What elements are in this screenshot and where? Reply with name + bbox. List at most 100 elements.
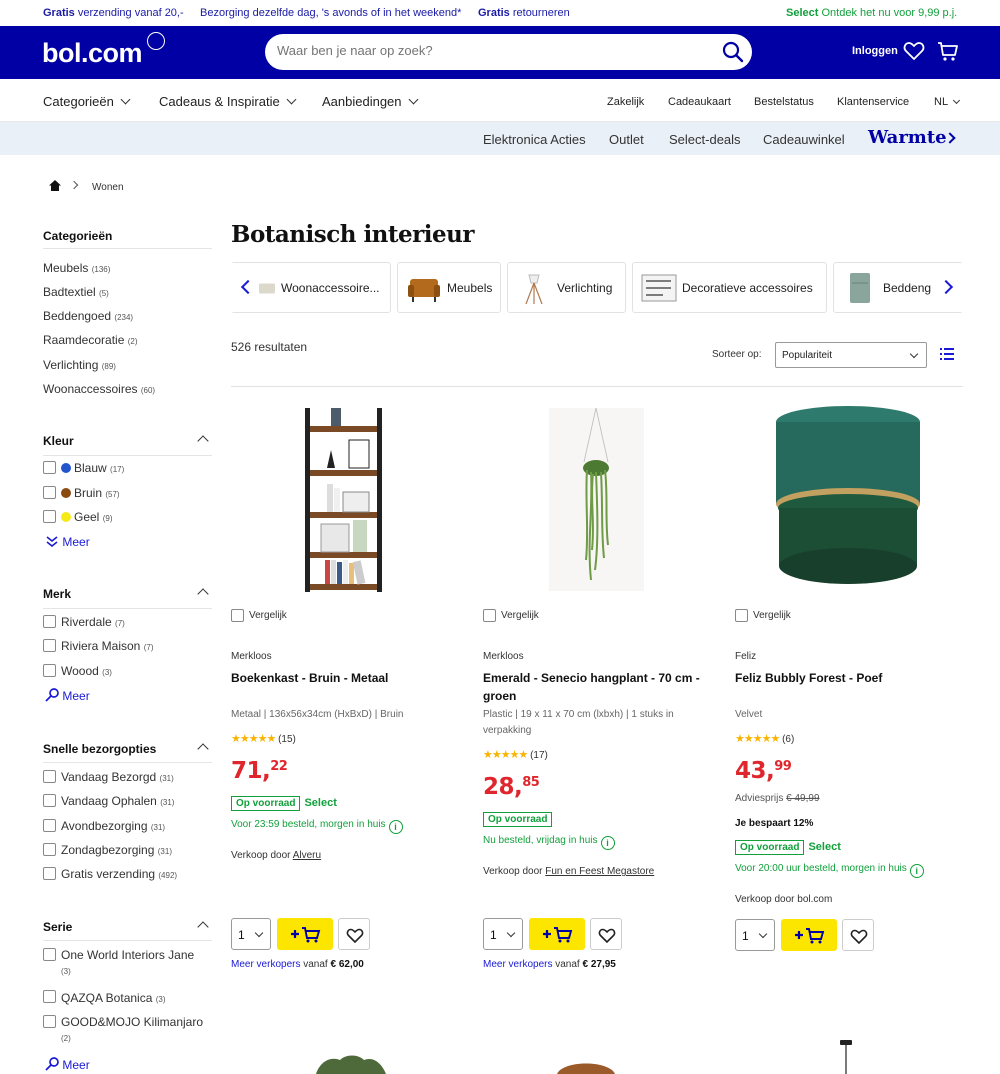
product-rating[interactable]: ★★★★★ (15) (231, 732, 296, 745)
compare-checkbox[interactable] (735, 609, 748, 622)
delivery-option[interactable]: Zondagbezorging (31) (61, 843, 172, 857)
category-card[interactable]: Meubels (397, 262, 501, 313)
subnav-outlet[interactable]: Outlet (609, 132, 644, 147)
filter-checkbox[interactable] (43, 843, 56, 856)
chevron-up-icon[interactable] (197, 921, 209, 933)
filter-checkbox[interactable] (43, 615, 56, 628)
compare-label[interactable]: Vergelijk (249, 610, 287, 621)
filter-checkbox[interactable] (43, 486, 56, 499)
filter-checkbox[interactable] (43, 819, 56, 832)
compare-label[interactable]: Vergelijk (501, 610, 539, 621)
nav-offers[interactable]: Aanbiedingen (322, 94, 418, 109)
delivery-option[interactable]: Gratis verzending (492) (61, 867, 177, 881)
add-to-cart-button[interactable] (277, 918, 333, 950)
subnav-electronics[interactable]: Elektronica Acties (483, 132, 586, 147)
quantity-select[interactable]: 1 (231, 918, 271, 950)
product-rating[interactable]: ★★★★★ (6) (735, 732, 794, 745)
filter-checkbox[interactable] (43, 990, 56, 1003)
seller-link[interactable]: Alveru (293, 850, 321, 861)
nav-business[interactable]: Zakelijk (607, 96, 644, 108)
color-option[interactable]: Blauw (17) (61, 461, 124, 475)
filter-checkbox[interactable] (43, 1015, 56, 1028)
chevron-up-icon[interactable] (197, 743, 209, 755)
more-colors-link[interactable]: Meer (45, 535, 90, 549)
add-to-cart-button[interactable] (781, 919, 837, 951)
wishlist-button[interactable] (338, 918, 370, 950)
logo[interactable]: bol.com (42, 38, 143, 69)
category-link[interactable]: Raamdecoratie (2) (43, 333, 138, 347)
product-image[interactable] (231, 400, 471, 595)
sort-select[interactable]: Populariteit (775, 342, 927, 368)
product-image[interactable] (310, 1052, 390, 1074)
promo-returns[interactable]: Gratis retourneren (478, 7, 570, 19)
filter-checkbox[interactable] (43, 664, 56, 677)
carousel-prev-button[interactable] (231, 263, 259, 312)
product-image[interactable] (838, 1040, 854, 1074)
filter-checkbox[interactable] (43, 639, 56, 652)
filter-checkbox[interactable] (43, 948, 56, 961)
series-option[interactable]: One World Interiors Jane (3) (61, 948, 194, 979)
more-sellers[interactable]: Meer verkopers vanaf € 27,95 (483, 959, 616, 970)
color-option[interactable]: Bruin (57) (61, 486, 120, 500)
info-icon[interactable]: i (909, 864, 924, 878)
product-title[interactable]: Boekenkast - Bruin - Metaal (231, 669, 463, 687)
more-sellers[interactable]: Meer verkopers vanaf € 62,00 (231, 959, 364, 970)
series-option[interactable]: GOOD&MOJO Kilimanjaro (2) (61, 1015, 203, 1046)
promo-delivery[interactable]: Bezorging dezelfde dag, 's avonds of in … (200, 7, 461, 19)
product-brand[interactable]: Feliz (735, 651, 756, 662)
breadcrumb-current[interactable]: Wonen (92, 182, 124, 193)
product-image[interactable] (555, 1056, 617, 1074)
category-card[interactable]: Decoratieve accessoires (632, 262, 827, 313)
category-link[interactable]: Woonaccessoires (60) (43, 382, 155, 396)
nav-giftcard[interactable]: Cadeaukaart (668, 96, 731, 108)
login-link[interactable]: Inloggen (852, 45, 898, 57)
seller-link[interactable]: Fun en Feest Megastore (545, 866, 654, 877)
subnav-giftshop[interactable]: Cadeauwinkel (763, 132, 845, 147)
delivery-option[interactable]: Vandaag Bezorgd (31) (61, 770, 174, 784)
filter-title-brand[interactable]: Merk (43, 587, 71, 601)
delivery-option[interactable]: Avondbezorging (31) (61, 819, 165, 833)
promo-select[interactable]: Select Ontdek het nu voor 9,99 p.j. (786, 7, 957, 19)
search-icon[interactable] (722, 41, 744, 63)
product-image[interactable] (735, 400, 975, 595)
filter-checkbox[interactable] (43, 770, 56, 783)
delivery-option[interactable]: Vandaag Ophalen (31) (61, 794, 174, 808)
nav-categories[interactable]: Categorieën (43, 94, 131, 109)
promo-free-shipping[interactable]: Gratis verzending vanaf 20,- (43, 7, 184, 19)
filter-title-delivery[interactable]: Snelle bezorgopties (43, 742, 156, 756)
language-select[interactable]: NL (934, 96, 961, 108)
cart-icon[interactable] (937, 40, 959, 62)
nav-customer-service[interactable]: Klantenservice (837, 96, 909, 108)
subnav-select-deals[interactable]: Select-deals (669, 132, 741, 147)
product-rating[interactable]: ★★★★★ (17) (483, 748, 548, 761)
product-brand[interactable]: Merkloos (483, 651, 524, 662)
product-title[interactable]: Feliz Bubbly Forest - Poef (735, 669, 967, 687)
more-series-link[interactable]: Meer (45, 1057, 90, 1072)
home-icon[interactable] (49, 180, 61, 191)
category-link[interactable]: Meubels (136) (43, 261, 110, 275)
product-brand[interactable]: Merkloos (231, 651, 272, 662)
category-link[interactable]: Badtextiel (5) (43, 285, 109, 299)
list-view-icon[interactable] (940, 348, 954, 360)
search-input[interactable] (277, 43, 697, 58)
filter-checkbox[interactable] (43, 510, 56, 523)
quantity-select[interactable]: 1 (735, 919, 775, 951)
more-brands-link[interactable]: Meer (45, 688, 90, 703)
compare-checkbox[interactable] (231, 609, 244, 622)
color-option[interactable]: Geel (9) (61, 510, 112, 524)
nav-order-status[interactable]: Bestelstatus (754, 96, 814, 108)
brand-option[interactable]: Riviera Maison (7) (61, 639, 153, 653)
subnav-warmte[interactable]: Warmte (868, 127, 947, 148)
filter-checkbox[interactable] (43, 461, 56, 474)
compare-checkbox[interactable] (483, 609, 496, 622)
wishlist-button[interactable] (842, 919, 874, 951)
category-link[interactable]: Verlichting (89) (43, 358, 116, 372)
product-image[interactable] (483, 400, 723, 595)
series-option[interactable]: QAZQA Botanica (3) (61, 991, 166, 1005)
wishlist-heart-icon[interactable] (903, 40, 925, 62)
wishlist-button[interactable] (590, 918, 622, 950)
filter-title-color[interactable]: Kleur (43, 434, 74, 448)
filter-checkbox[interactable] (43, 794, 56, 807)
category-link[interactable]: Beddengoed (234) (43, 309, 133, 323)
info-icon[interactable]: i (388, 820, 403, 834)
